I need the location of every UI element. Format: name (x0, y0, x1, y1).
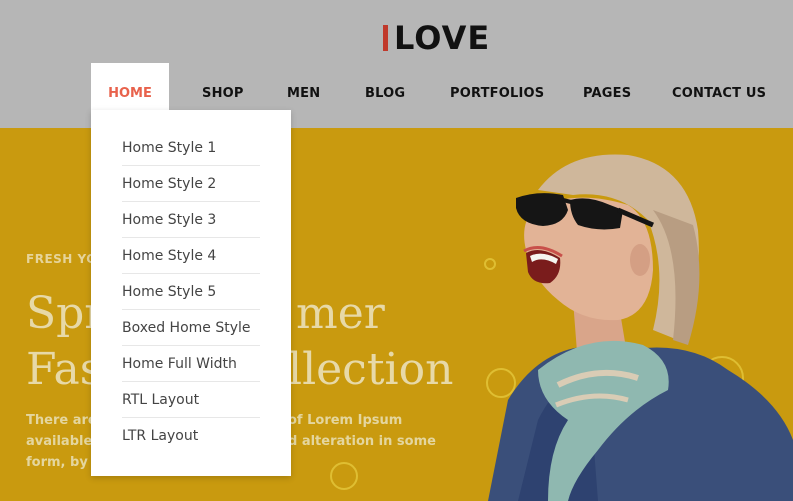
hero-body-line3-left: form, by i (26, 455, 97, 470)
dropdown-item-home-style-3[interactable]: Home Style 3 (122, 202, 260, 238)
hero-body-line2-right: d alteration in some (288, 434, 436, 449)
nav-item-pages[interactable]: PAGES (583, 86, 631, 101)
dropdown-item-rtl-layout[interactable]: RTL Layout (122, 382, 260, 418)
dropdown-item-home-style-2[interactable]: Home Style 2 (122, 166, 260, 202)
hero-body-line2-left: available, (26, 434, 98, 449)
dropdown-item-home-full-width[interactable]: Home Full Width (122, 346, 260, 382)
nav-item-blog[interactable]: BLOG (365, 86, 405, 101)
logo-bar-mark (383, 25, 388, 51)
nav-item-home[interactable]: HOME (91, 63, 169, 110)
hero-kicker: FRESH YO (26, 252, 97, 266)
site-header: LOVE HOME SHOP MEN BLOG PORTFOLIOS PAGES… (0, 0, 793, 128)
nav-item-men[interactable]: MEN (287, 86, 320, 101)
nav-item-portfolios[interactable]: PORTFOLIOS (450, 86, 544, 101)
logo-text: LOVE (394, 19, 491, 57)
dropdown-item-boxed-home[interactable]: Boxed Home Style (122, 310, 260, 346)
nav-item-contact[interactable]: CONTACT US (672, 86, 766, 101)
nav-home-label: HOME (108, 86, 152, 101)
nav-item-shop[interactable]: SHOP (202, 86, 244, 101)
hero-title-line2-right: llection (288, 344, 454, 395)
home-dropdown-menu: Home Style 1 Home Style 2 Home Style 3 H… (91, 110, 291, 476)
dropdown-item-home-style-1[interactable]: Home Style 1 (122, 130, 260, 166)
dropdown-item-home-style-5[interactable]: Home Style 5 (122, 274, 260, 310)
hero-body-line1-right: of Lorem Ipsum (288, 413, 403, 428)
site-logo[interactable]: LOVE (383, 20, 490, 56)
hero-title-line1-right: mer (296, 288, 385, 339)
hero-model-image (488, 154, 793, 501)
dropdown-item-home-style-4[interactable]: Home Style 4 (122, 238, 260, 274)
dropdown-item-ltr-layout[interactable]: LTR Layout (122, 418, 260, 454)
hero-body-line1-left: There are (26, 413, 97, 428)
bubble-decoration (330, 462, 358, 490)
